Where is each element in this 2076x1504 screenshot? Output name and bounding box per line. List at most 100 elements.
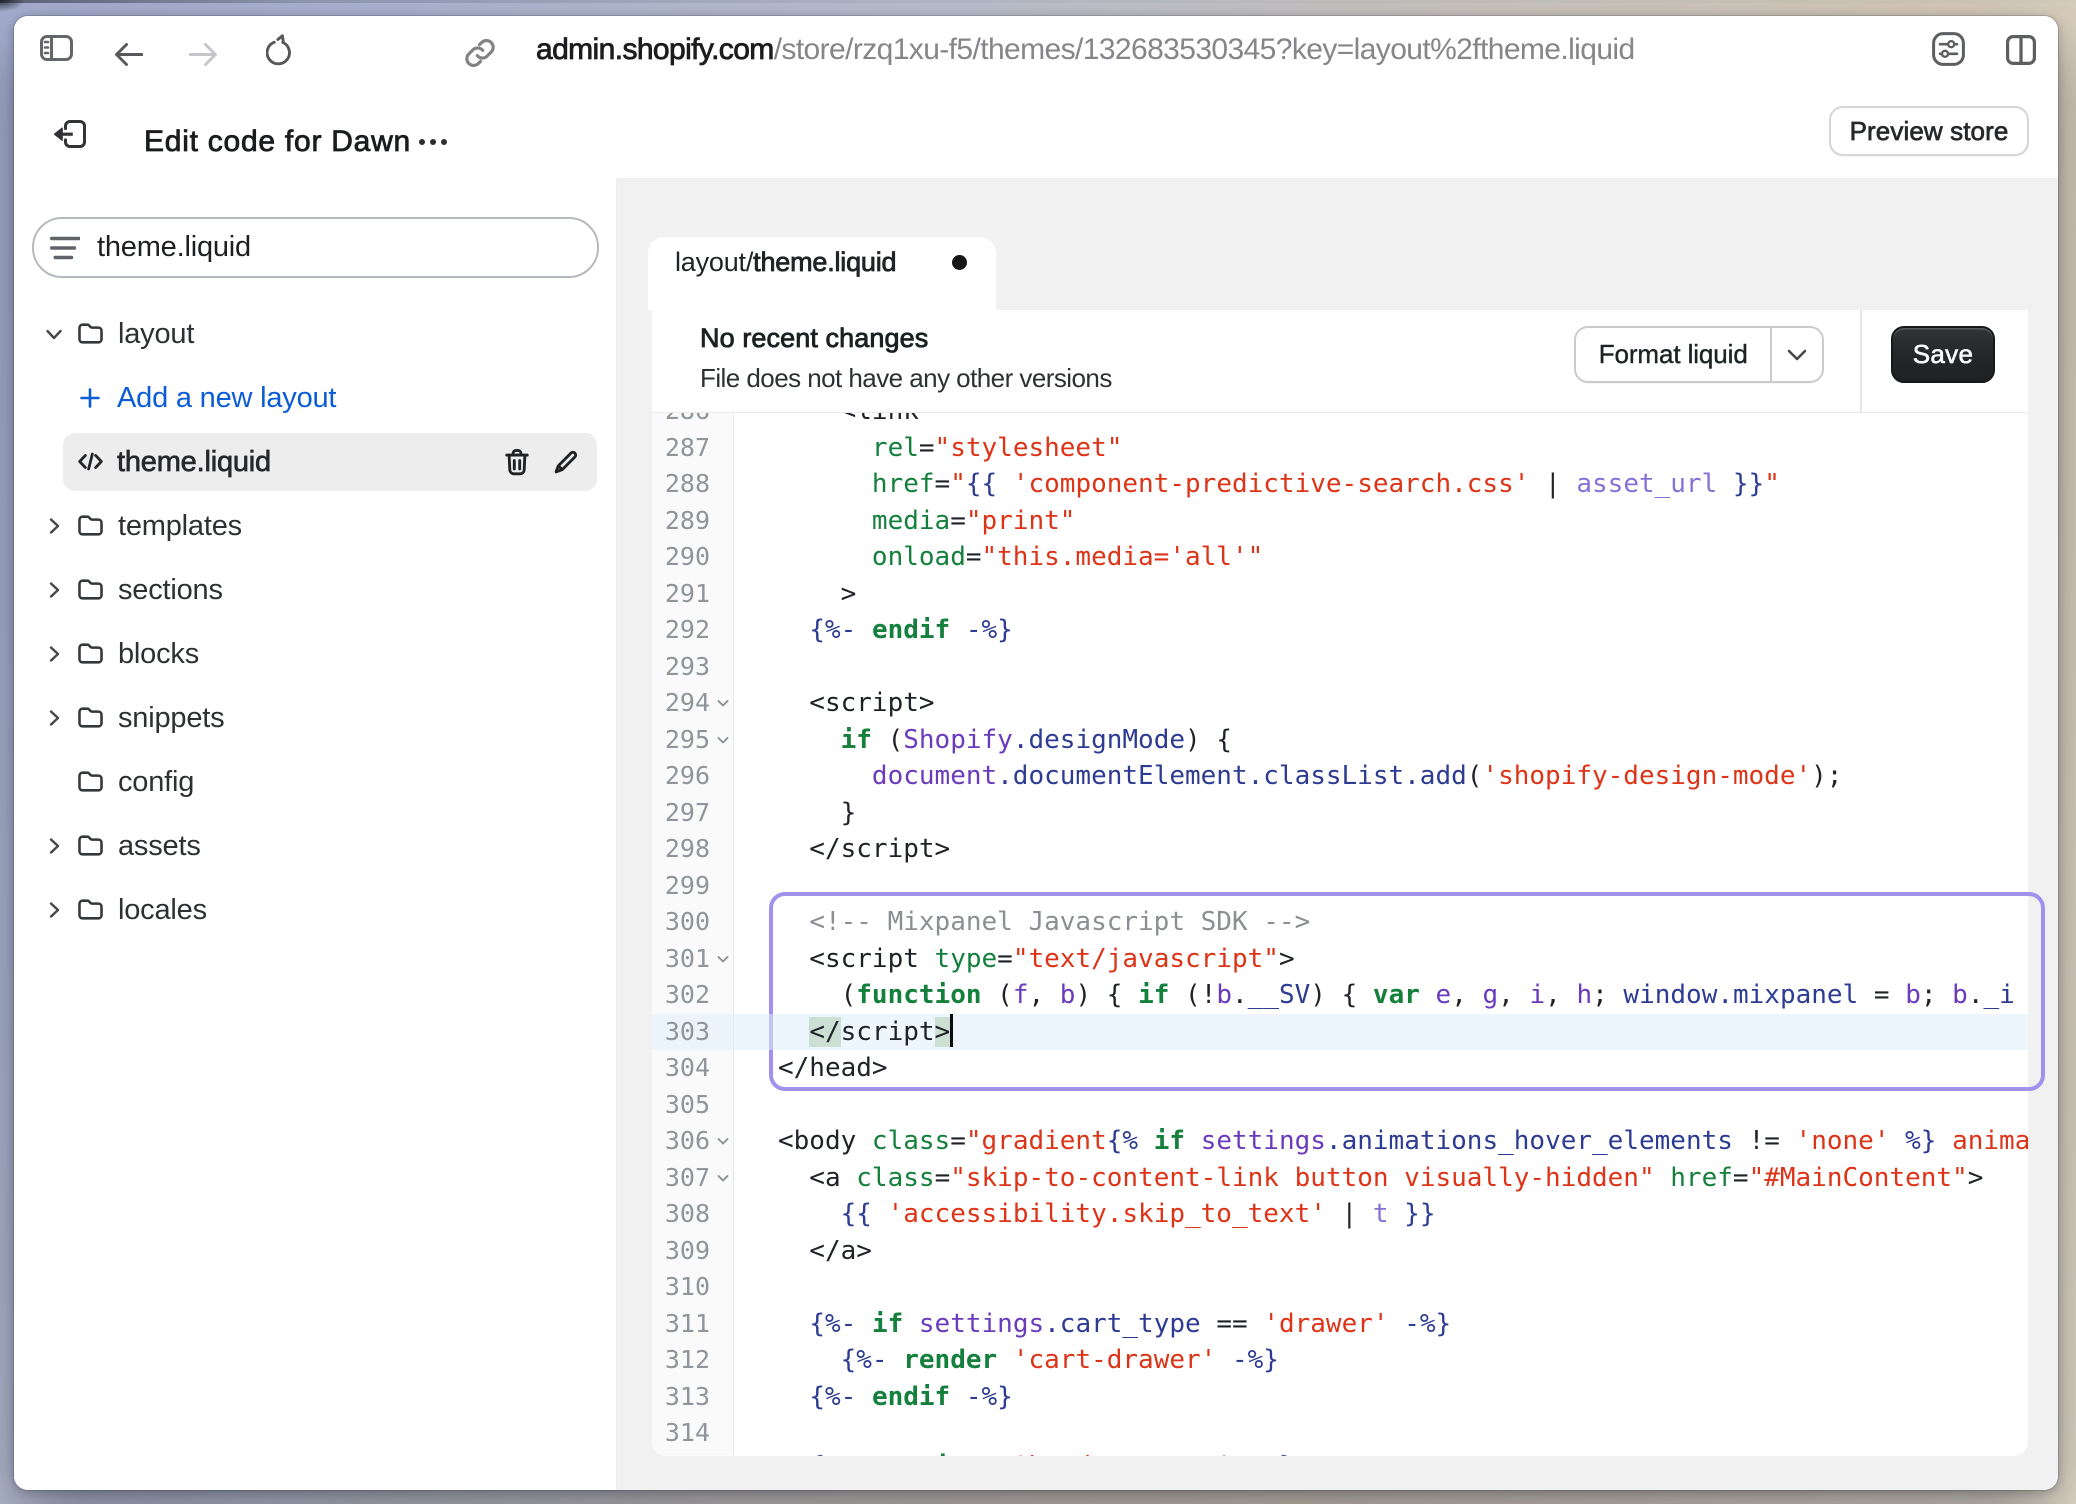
filter-icon (50, 236, 80, 260)
browser-window: admin.shopify.com/store/rzq1xu-f5/themes… (14, 16, 2058, 1490)
code-line-313[interactable]: {%- endif -%} (652, 1379, 2028, 1416)
code-line-306[interactable]: <body class="gradient{% if settings.anim… (652, 1123, 2028, 1160)
code-line-299[interactable] (652, 868, 2028, 905)
code-line-296[interactable]: document.documentElement.classList.add('… (652, 758, 2028, 795)
item-label: layout (118, 318, 194, 351)
sidebar-folder-snippets[interactable]: snippets (33, 689, 597, 747)
code-line-301[interactable]: <script type="text/javascript"> (652, 941, 2028, 978)
code-line-310[interactable] (652, 1269, 2028, 1306)
editor-toolbar: No recent changes File does not have any… (652, 310, 2028, 412)
code-line-298[interactable]: </script> (652, 831, 2028, 868)
unsaved-dot-icon (952, 255, 967, 270)
item-label: theme.liquid (117, 446, 271, 479)
code-line-290[interactable]: onload="this.media='all'" (652, 539, 2028, 576)
save-button[interactable]: Save (1891, 326, 1995, 383)
sidebar-folder-templates[interactable]: templates (33, 497, 597, 555)
sidebar-folder-layout[interactable]: layout (33, 305, 597, 363)
delete-icon[interactable] (502, 447, 532, 477)
code-line-305[interactable] (652, 1087, 2028, 1124)
url-domain: admin.shopify.com (536, 33, 774, 67)
main-content: theme.liquid layout Add a new layout theme… (14, 178, 2058, 1490)
sidebar-folder-locales[interactable]: locales (33, 881, 597, 939)
tab-theme-liquid[interactable]: layout/theme.liquid (648, 237, 996, 310)
page-title: Edit code for Dawn (144, 95, 411, 189)
code-line-302[interactable]: (function (f, b) { if (!b.__SV) { var e,… (652, 977, 2028, 1014)
edit-icon[interactable] (551, 447, 581, 477)
code-line-292[interactable]: {%- endif -%} (652, 612, 2028, 649)
chevron-down-icon[interactable] (43, 323, 65, 345)
more-actions-icon[interactable] (419, 95, 447, 189)
desktop-background: admin.shopify.com/store/rzq1xu-f5/themes… (0, 0, 2076, 1504)
item-label: sections (118, 574, 223, 607)
code-line-308[interactable]: {{ 'accessibility.skip_to_text' | t }} (652, 1196, 2028, 1233)
folder-icon (75, 894, 106, 925)
code-line-297[interactable]: } (652, 795, 2028, 832)
split-view-icon[interactable] (2006, 35, 2036, 65)
code-line-311[interactable]: {%- if settings.cart_type == 'drawer' -%… (652, 1306, 2028, 1343)
format-liquid-caret[interactable] (1770, 328, 1822, 381)
item-label: templates (118, 510, 242, 543)
sidebar-toggle-icon[interactable] (40, 35, 73, 61)
status-subtitle: File does not have any other versions (700, 363, 1112, 394)
item-label: Add a new layout (117, 382, 336, 415)
code-line-300[interactable]: <!-- Mixpanel Javascript SDK --> (652, 904, 2028, 941)
toolbar-divider (1860, 310, 1862, 412)
url-path: /store/rzq1xu-f5/themes/132683530345?key… (774, 33, 1635, 67)
code-line-315[interactable]: {%- sections 'header-group' -%} (652, 1448, 2028, 1456)
chevron-right-icon[interactable] (43, 835, 65, 857)
code-line-307[interactable]: <a class="skip-to-content-link button vi… (652, 1160, 2028, 1197)
forward-icon[interactable] (189, 43, 217, 66)
chevron-down-icon (1787, 349, 1807, 361)
url-bar[interactable]: admin.shopify.com/store/rzq1xu-f5/themes… (536, 16, 1635, 84)
file-sidebar: theme.liquid layout Add a new layout theme… (14, 178, 617, 1490)
code-line-312[interactable]: {%- render 'cart-drawer' -%} (652, 1342, 2028, 1379)
sidebar-folder-sections[interactable]: sections (33, 561, 597, 619)
folder-icon (75, 638, 106, 669)
page-header: Edit code for Dawn Preview store (14, 84, 2058, 178)
file-search-input[interactable]: theme.liquid (32, 217, 599, 278)
code-line-293[interactable] (652, 649, 2028, 686)
folder-icon (75, 766, 106, 797)
plus-icon (79, 387, 101, 409)
page-settings-icon[interactable] (1932, 32, 1965, 66)
folder-icon (75, 702, 106, 733)
text-cursor (950, 1014, 953, 1047)
item-label: snippets (118, 702, 224, 735)
chevron-right-icon[interactable] (43, 643, 65, 665)
browser-toolbar: admin.shopify.com/store/rzq1xu-f5/themes… (14, 16, 2058, 84)
code-area[interactable]: 2862872882892902912922932942952962972982… (652, 412, 2028, 1456)
folder-icon (75, 574, 106, 605)
sidebar-folder-assets[interactable]: assets (33, 817, 597, 875)
sidebar-folder-config[interactable]: config (33, 753, 597, 811)
code-line-287[interactable]: rel="stylesheet" (652, 430, 2028, 467)
item-label: locales (118, 894, 207, 927)
code-line-295[interactable]: if (Shopify.designMode) { (652, 722, 2028, 759)
code-line-304[interactable]: </head> (652, 1050, 2028, 1087)
format-liquid-main[interactable]: Format liquid (1576, 328, 1770, 381)
sidebar-add-a-new-layout[interactable]: Add a new layout (63, 369, 597, 427)
back-icon[interactable] (115, 43, 143, 66)
sidebar-folder-blocks[interactable]: blocks (33, 625, 597, 683)
code-line-303[interactable]: </script> (652, 1014, 2028, 1051)
code-line-286[interactable]: <link (652, 412, 2028, 430)
link-icon (462, 35, 498, 71)
code-line-291[interactable]: > (652, 576, 2028, 613)
item-label: config (118, 766, 194, 799)
chevron-right-icon[interactable] (43, 899, 65, 921)
chevron-right-icon[interactable] (43, 707, 65, 729)
code-line-288[interactable]: href="{{ 'component-predictive-search.cs… (652, 466, 2028, 503)
preview-store-button[interactable]: Preview store (1829, 106, 2029, 156)
code-line-289[interactable]: media="print" (652, 503, 2028, 540)
code-editor-panel: layout/theme.liquid No recent changes Fi… (617, 178, 2058, 1490)
code-line-314[interactable] (652, 1415, 2028, 1452)
chevron-right-icon[interactable] (43, 515, 65, 537)
code-line-309[interactable]: </a> (652, 1233, 2028, 1270)
sidebar-file-theme.liquid[interactable]: theme.liquid (63, 433, 597, 491)
chevron-right-icon[interactable] (43, 579, 65, 601)
reload-icon[interactable] (266, 34, 292, 66)
tab-label: layout/theme.liquid (675, 247, 896, 277)
status-title: No recent changes (700, 323, 928, 354)
code-lines: <link rel="stylesheet" href="{{ 'compone… (652, 412, 2028, 1456)
code-line-294[interactable]: <script> (652, 685, 2028, 722)
exit-icon[interactable] (54, 120, 86, 148)
